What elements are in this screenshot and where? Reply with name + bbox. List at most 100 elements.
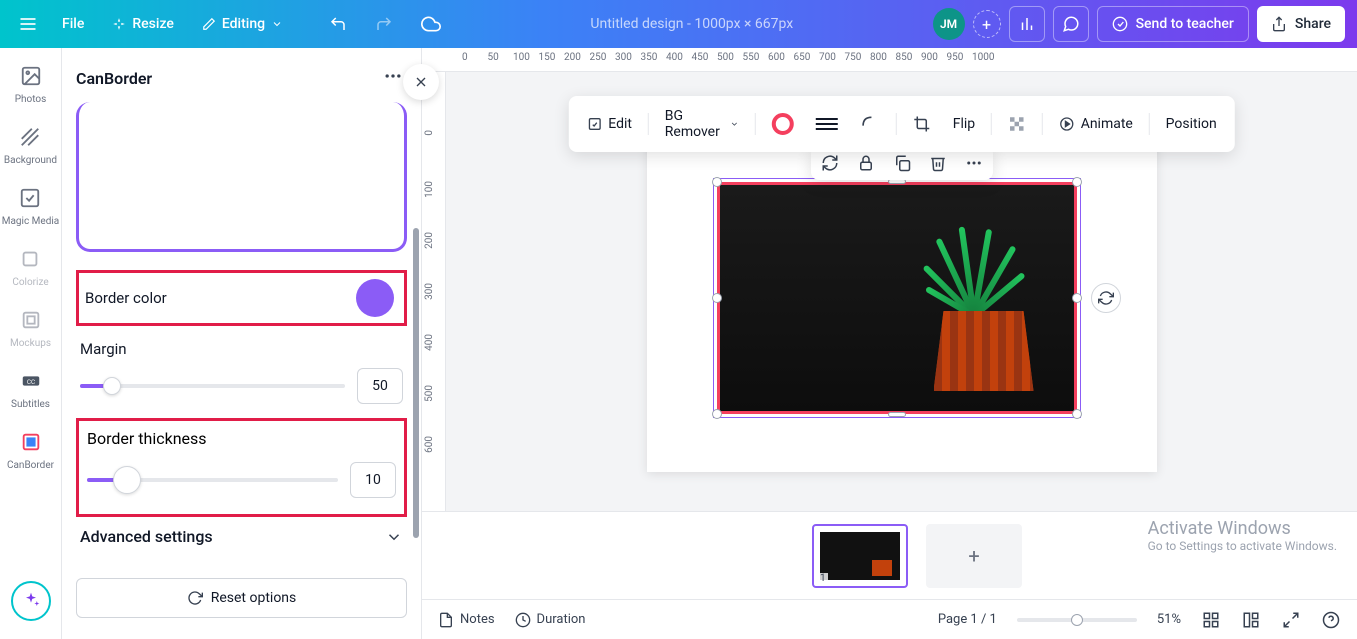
sync-button[interactable]: [1091, 283, 1121, 313]
rail-subtitles[interactable]: CC Subtitles: [11, 367, 50, 410]
analytics-button[interactable]: [1009, 6, 1045, 42]
lock-button[interactable]: [855, 152, 877, 174]
flip-button[interactable]: Flip: [945, 110, 983, 138]
reset-icon: [187, 590, 203, 606]
close-panel-button[interactable]: [403, 64, 439, 100]
reset-options-button[interactable]: Reset options: [76, 578, 407, 618]
file-menu[interactable]: File: [52, 10, 94, 38]
resize-handle-br[interactable]: [1072, 409, 1082, 419]
advanced-settings-toggle[interactable]: Advanced settings: [76, 517, 407, 556]
canvas-area: 0501001502002503003504004505005506006507…: [422, 48, 1357, 639]
chevron-down-icon: [271, 18, 283, 30]
page-number: 1: [818, 573, 828, 584]
animate-icon: [1059, 116, 1075, 132]
artboard[interactable]: [647, 132, 1157, 472]
rail-photos[interactable]: Photos: [15, 62, 47, 105]
add-page-button[interactable]: +: [926, 524, 1022, 588]
duration-button[interactable]: Duration: [515, 612, 586, 628]
rail-magic-media[interactable]: Magic Media: [2, 184, 59, 227]
notes-button[interactable]: Notes: [438, 612, 495, 628]
add-collaborator-button[interactable]: +: [973, 10, 1001, 38]
thickness-slider[interactable]: [87, 478, 338, 482]
regenerate-button[interactable]: [819, 152, 841, 174]
send-to-teacher-button[interactable]: Send to teacher: [1097, 6, 1249, 42]
cloud-sync-button[interactable]: [411, 8, 451, 40]
redo-button[interactable]: [365, 9, 403, 39]
margin-label: Margin: [80, 340, 403, 358]
canvas-viewport[interactable]: Edit BG Remover Flip: [446, 72, 1357, 511]
position-button[interactable]: Position: [1158, 110, 1225, 138]
document-title[interactable]: Untitled design - 1000px × 667px: [590, 16, 793, 32]
resize-handle-tr[interactable]: [1072, 177, 1082, 187]
line-style-button[interactable]: [808, 112, 846, 136]
bg-remover-button[interactable]: BG Remover: [657, 102, 747, 146]
rail-photos-label: Photos: [15, 94, 47, 105]
thickness-slider-thumb[interactable]: [113, 466, 141, 494]
chevron-down-icon: [385, 528, 403, 546]
zoom-slider[interactable]: [1017, 618, 1137, 622]
resize-handle-bm[interactable]: [888, 412, 906, 417]
menu-button[interactable]: [12, 8, 44, 40]
send-label: Send to teacher: [1136, 16, 1234, 32]
rail-colorize[interactable]: Colorize: [12, 245, 48, 288]
panel-scrollbar[interactable]: [413, 228, 419, 538]
animate-button[interactable]: Animate: [1051, 110, 1141, 138]
border-color-button[interactable]: [764, 107, 802, 141]
windows-activation-notice: Activate Windows Go to Settings to activ…: [1148, 518, 1337, 553]
rail-colorize-label: Colorize: [12, 277, 48, 288]
resize-handle-tl[interactable]: [712, 177, 722, 187]
more-options-button[interactable]: [963, 152, 985, 174]
chevron-down-icon: [730, 118, 739, 130]
resize-handle-bl[interactable]: [712, 409, 722, 419]
thickness-value[interactable]: 10: [350, 462, 396, 498]
ruler-horizontal: 0501001502002503003504004505005506006507…: [422, 48, 1357, 72]
edit-icon: [586, 116, 602, 132]
subtitles-icon: CC: [17, 367, 45, 395]
fullscreen-button[interactable]: [1281, 610, 1301, 630]
border-color-swatch[interactable]: [356, 279, 394, 317]
grid-view-button[interactable]: [1201, 610, 1221, 630]
rail-background-label: Background: [4, 155, 57, 166]
selected-image[interactable]: [717, 182, 1077, 414]
svg-text:CC: CC: [26, 378, 34, 386]
mockups-icon: [17, 306, 45, 334]
corner-style-button[interactable]: [852, 108, 888, 140]
undo-button[interactable]: [319, 9, 357, 39]
line-style-icon: [816, 118, 838, 130]
help-button[interactable]: [1321, 610, 1341, 630]
left-rail: Photos Background Magic Media Colorize M…: [0, 48, 62, 639]
resize-handle-mr[interactable]: [1072, 293, 1082, 303]
advanced-label: Advanced settings: [80, 527, 213, 546]
crop-button[interactable]: [905, 109, 939, 139]
transparency-icon: [1008, 115, 1026, 133]
rail-mockups-label: Mockups: [10, 338, 51, 349]
magic-fab-button[interactable]: [11, 581, 51, 621]
magic-media-icon: [16, 184, 44, 212]
margin-slider-thumb[interactable]: [103, 377, 121, 395]
rail-canborder[interactable]: CanBorder: [7, 428, 54, 471]
margin-value[interactable]: 50: [357, 368, 403, 404]
edit-button[interactable]: Edit: [578, 110, 640, 138]
page-indicator[interactable]: Page 1 / 1: [938, 612, 997, 627]
editing-mode-dropdown[interactable]: Editing: [192, 10, 293, 38]
duration-icon: [515, 612, 531, 628]
page-thumbnail-1[interactable]: 1: [812, 524, 908, 588]
transparency-button[interactable]: [1000, 109, 1034, 139]
comment-button[interactable]: [1053, 6, 1089, 42]
photos-icon: [17, 62, 45, 90]
zoom-value[interactable]: 51%: [1157, 612, 1181, 627]
resize-button[interactable]: Resize: [102, 10, 184, 38]
thumbnail-view-button[interactable]: [1241, 610, 1261, 630]
duplicate-button[interactable]: [891, 152, 913, 174]
delete-button[interactable]: [927, 152, 949, 174]
share-button[interactable]: Share: [1257, 6, 1345, 42]
image-content: [720, 185, 1074, 411]
margin-slider[interactable]: [80, 384, 345, 388]
user-avatar[interactable]: JM: [933, 8, 965, 40]
rail-mockups[interactable]: Mockups: [10, 306, 51, 349]
corner-icon: [860, 114, 880, 134]
ruler-vertical: 0100200300400500600: [422, 72, 446, 511]
rail-background[interactable]: Background: [4, 123, 57, 166]
zoom-thumb[interactable]: [1071, 614, 1083, 626]
resize-handle-ml[interactable]: [712, 293, 722, 303]
